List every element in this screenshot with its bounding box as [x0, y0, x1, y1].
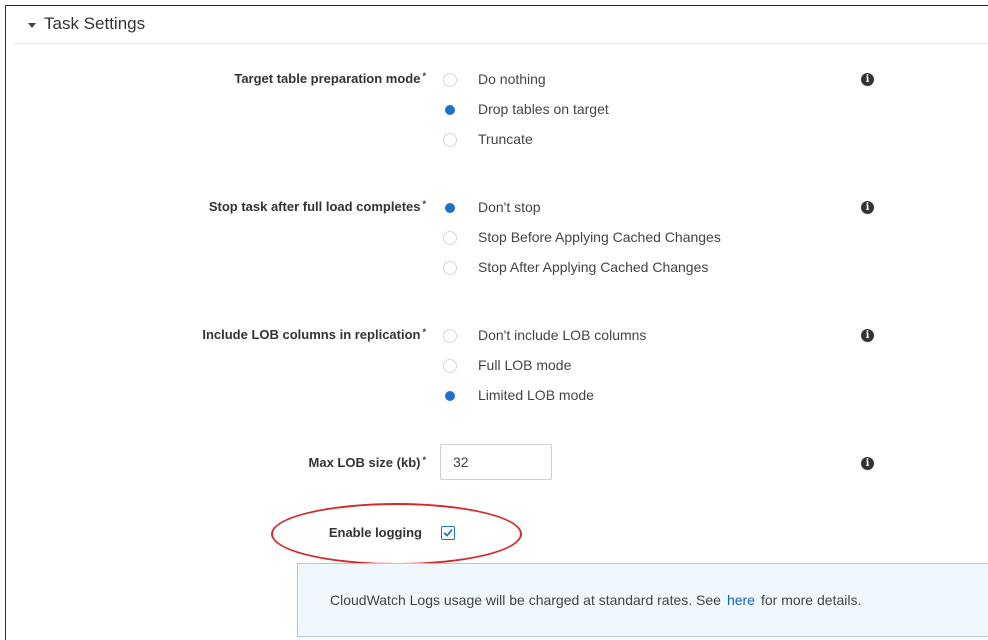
section-title: Task Settings — [44, 14, 146, 33]
field-label-prep-mode: Target table preparation mode * — [234, 71, 426, 86]
radio-truncate[interactable] — [443, 133, 457, 147]
field-label-lob-columns: Include LOB columns in replication * — [202, 327, 426, 342]
option-label-drop-tables: Drop tables on target — [478, 101, 609, 117]
cloudwatch-info-alert: CloudWatch Logs usage will be charged at… — [297, 563, 988, 637]
radio-drop-tables[interactable] — [443, 103, 457, 117]
field-label-stop-task: Stop task after full load completes * — [208, 199, 426, 214]
option-label-truncate: Truncate — [478, 131, 533, 147]
option-label-do-nothing: Do nothing — [478, 71, 546, 87]
section-divider — [14, 43, 988, 44]
info-icon[interactable]: i — [861, 329, 874, 342]
alert-text-after: for more details. — [760, 592, 862, 608]
option-label-dont-stop: Don't stop — [478, 199, 541, 215]
info-icon[interactable]: i — [861, 457, 874, 470]
checkmark-icon — [443, 529, 453, 537]
info-icon[interactable]: i — [861, 201, 874, 214]
option-label-dont-include-lob: Don't include LOB columns — [478, 327, 647, 343]
caret-down-icon — [28, 22, 36, 28]
max-lob-size-input[interactable] — [440, 444, 552, 480]
section-header-task-settings[interactable]: Task Settings — [14, 8, 988, 40]
field-label-enable-logging: Enable logging — [328, 525, 422, 540]
enable-logging-checkbox[interactable] — [441, 526, 455, 540]
info-icon[interactable]: i — [861, 73, 874, 86]
radio-dont-stop[interactable] — [443, 201, 457, 215]
option-label-stop-after-cached: Stop After Applying Cached Changes — [478, 259, 709, 275]
field-label-max-lob-size: Max LOB size (kb) * — [308, 455, 426, 470]
radio-full-lob[interactable] — [443, 359, 457, 373]
option-label-full-lob: Full LOB mode — [478, 357, 572, 373]
radio-dont-include-lob[interactable] — [443, 329, 457, 343]
radio-stop-before-cached[interactable] — [443, 231, 457, 245]
alert-here-link[interactable]: here — [727, 592, 755, 608]
option-label-limited-lob: Limited LOB mode — [478, 387, 594, 403]
radio-do-nothing[interactable] — [443, 73, 457, 87]
option-label-stop-before-cached: Stop Before Applying Cached Changes — [478, 229, 721, 245]
radio-limited-lob[interactable] — [443, 389, 457, 403]
radio-stop-after-cached[interactable] — [443, 261, 457, 275]
alert-text: CloudWatch Logs usage will be charged at… — [330, 592, 721, 608]
